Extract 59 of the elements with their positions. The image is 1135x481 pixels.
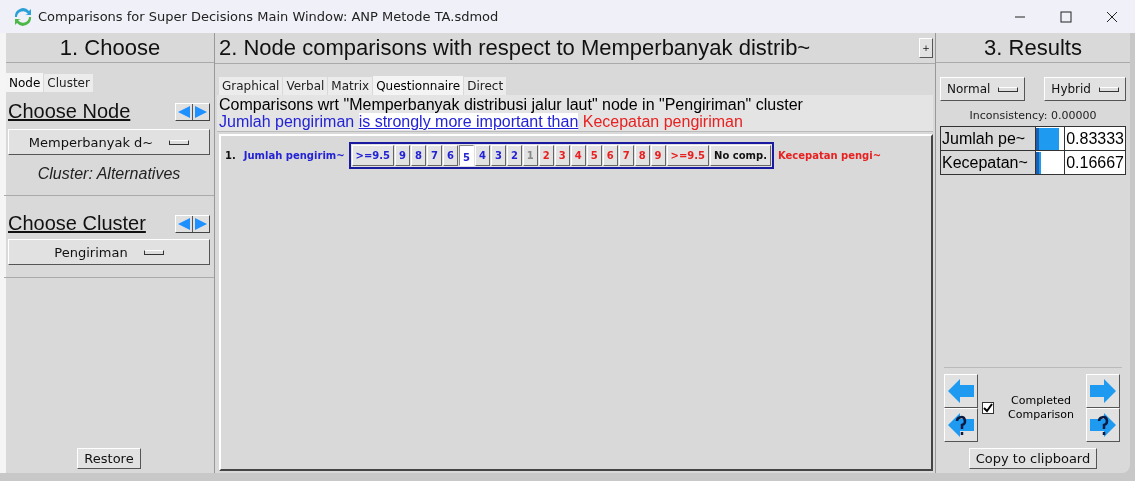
dropdown-indicator-icon bbox=[998, 86, 1019, 92]
cluster-dropdown[interactable]: Pengiriman bbox=[8, 239, 210, 265]
section-heading: Choose Cluster bbox=[8, 212, 146, 235]
tab[interactable]: Direct bbox=[464, 77, 507, 95]
scale-button[interactable]: 2 bbox=[506, 145, 522, 166]
panel-heading: 2. Node comparisons with respect to Memperbanyak distrib~ bbox=[218, 34, 812, 62]
previous-arrow-icon[interactable] bbox=[176, 215, 192, 232]
scale-button[interactable]: 5 bbox=[458, 145, 474, 166]
panel-heading: 3. Results bbox=[936, 33, 1130, 63]
scale-button[interactable]: 4 bbox=[474, 145, 490, 166]
tab[interactable]: Cluster bbox=[44, 74, 93, 92]
next-arrow-button[interactable] bbox=[1086, 374, 1120, 408]
dropdown-indicator-icon bbox=[1099, 86, 1119, 92]
tab[interactable]: Graphical bbox=[219, 77, 283, 95]
right-node-label: Kecepatan pengiriman bbox=[582, 113, 743, 130]
previous-inconsistent-button[interactable] bbox=[944, 408, 978, 442]
scale-button[interactable]: 8 bbox=[411, 145, 427, 166]
tab[interactable]: Node bbox=[6, 73, 44, 92]
expand-button[interactable]: + bbox=[919, 38, 933, 58]
table-cell: Jumlah pe~ bbox=[940, 126, 1036, 151]
row-number: 1. bbox=[225, 150, 236, 161]
method-dropdown[interactable]: Hybrid bbox=[1044, 77, 1126, 101]
section-heading: Choose Node bbox=[8, 100, 131, 123]
table-cell: Kecepatan~ bbox=[940, 150, 1036, 175]
node-dropdown[interactable]: Memperbanyak d~ bbox=[8, 129, 210, 155]
right-node-label: Kecepatan pengi~ bbox=[777, 150, 882, 161]
tab[interactable]: Questionnaire bbox=[373, 76, 464, 95]
table-cell: 0.83333 bbox=[1064, 126, 1126, 151]
restore-button[interactable]: Restore bbox=[77, 448, 141, 469]
app-logo-icon bbox=[14, 7, 32, 26]
panel-heading: 1. Choose bbox=[6, 33, 214, 63]
left-node-label: Jumlah pengirim~ bbox=[243, 150, 345, 161]
scale-button[interactable]: 6 bbox=[602, 145, 618, 166]
verdict-link[interactable]: is strongly more important than bbox=[358, 113, 579, 130]
mode-dropdown[interactable]: Normal bbox=[940, 77, 1026, 101]
inconsistency-label: Inconsistency: 0.00000 bbox=[968, 109, 1098, 122]
scale-button[interactable]: No comp. bbox=[710, 145, 771, 166]
copy-button[interactable]: Copy to clipboard bbox=[968, 448, 1098, 469]
tab[interactable]: Matrix bbox=[328, 77, 373, 95]
next-arrow-icon[interactable] bbox=[193, 103, 209, 120]
tab[interactable]: Verbal bbox=[283, 77, 328, 95]
checkbox-label: Completed Comparison bbox=[1007, 394, 1075, 422]
checkbox[interactable] bbox=[982, 402, 994, 414]
comparison-description: Comparisons wrt "Memperbanyak distribusi jalur laut" node in "Pengiriman" cluster bbox=[219, 96, 804, 113]
scale-button[interactable]: 9 bbox=[395, 145, 411, 166]
scale-button[interactable]: 7 bbox=[427, 145, 442, 166]
scale-button[interactable]: 6 bbox=[443, 145, 458, 166]
previous-arrow-button[interactable] bbox=[944, 374, 978, 408]
scale-button[interactable]: 8 bbox=[634, 145, 650, 166]
dropdown-indicator-icon bbox=[143, 249, 164, 255]
next-inconsistent-button[interactable] bbox=[1086, 408, 1120, 442]
window-title: Comparisons for Super Decisions Main Window: ANP Metode TA.sdmod bbox=[38, 9, 500, 24]
previous-arrow-icon[interactable] bbox=[176, 103, 192, 120]
scale-button[interactable]: 3 bbox=[490, 145, 506, 166]
dropdown-indicator-icon bbox=[169, 139, 190, 145]
scale-button[interactable]: >=9.5 bbox=[351, 145, 395, 166]
left-node-label: Jumlah pengiriman bbox=[219, 113, 355, 130]
next-arrow-icon[interactable] bbox=[193, 215, 209, 232]
cluster-label: Cluster: Alternatives bbox=[36, 165, 182, 183]
